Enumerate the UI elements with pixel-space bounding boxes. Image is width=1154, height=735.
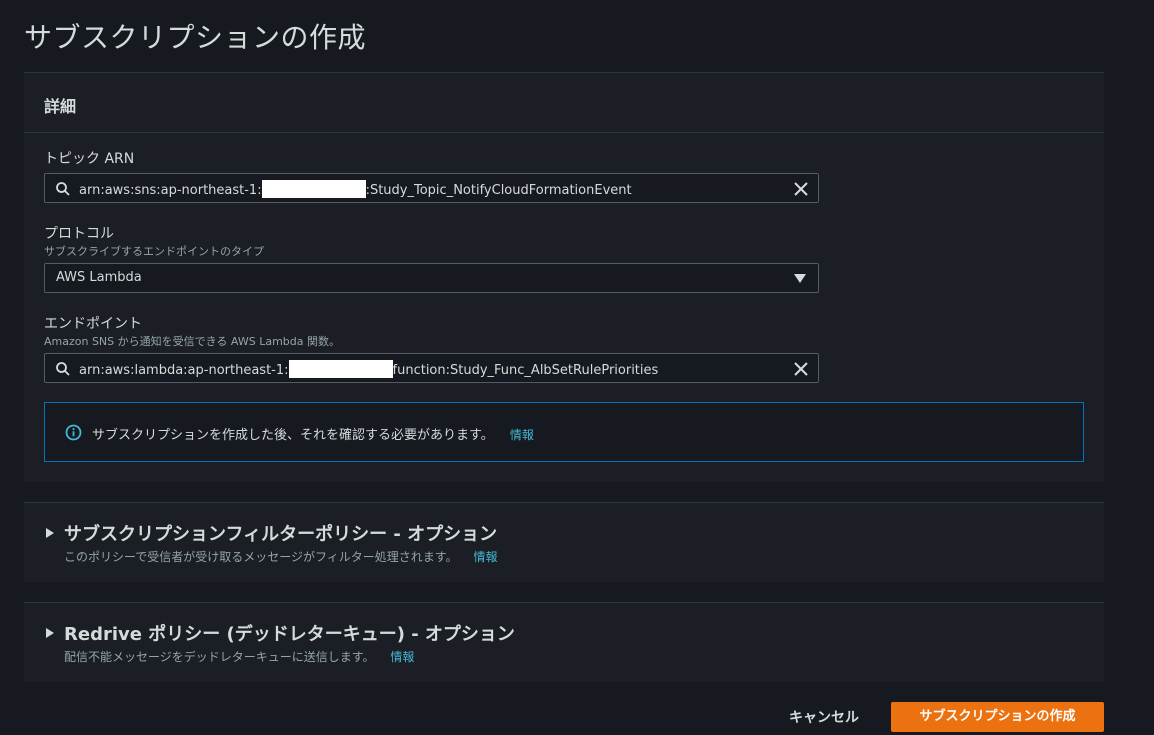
redacted-account-id xyxy=(288,360,393,378)
redacted-account-id xyxy=(261,180,366,198)
endpoint-suffix: function:Study_Func_AlbSetRulePriorities xyxy=(392,363,659,378)
endpoint-input[interactable]: arn:aws:lambda:ap-northeast-1: function:S… xyxy=(44,353,819,383)
protocol-select[interactable]: AWS Lambda xyxy=(44,263,819,293)
filter-policy-section[interactable]: サブスクリプションフィルターポリシー - オプション このポリシーで受信者が受け… xyxy=(24,502,1104,582)
create-subscription-button[interactable]: サブスクリプションの作成 xyxy=(891,702,1104,732)
cancel-button[interactable]: キャンセル xyxy=(776,704,872,732)
expand-triangle-icon[interactable] xyxy=(46,628,54,638)
page-title: サブスクリプションの作成 xyxy=(24,21,367,54)
topic-arn-prefix: arn:aws:sns:ap-northeast-1: xyxy=(79,183,262,198)
endpoint-prefix: arn:aws:lambda:ap-northeast-1: xyxy=(79,363,289,378)
endpoint-label: エンドポイント xyxy=(44,316,142,332)
info-icon xyxy=(65,424,82,441)
search-icon xyxy=(56,362,70,376)
details-header: 詳細 xyxy=(24,73,1104,133)
redrive-policy-info-link[interactable]: 情報 xyxy=(390,650,414,664)
info-alert: サブスクリプションを作成した後、それを確認する必要があります。 情報 xyxy=(44,402,1084,462)
topic-arn-label: トピック ARN xyxy=(44,151,135,167)
info-alert-text: サブスクリプションを作成した後、それを確認する必要があります。 xyxy=(92,428,494,443)
details-panel: 詳細 トピック ARN arn:aws:sns:ap-northeast-1::… xyxy=(24,72,1104,482)
filter-policy-title[interactable]: サブスクリプションフィルターポリシー - オプション xyxy=(64,520,497,546)
topic-arn-input[interactable]: arn:aws:sns:ap-northeast-1: :Study_Topic_… xyxy=(44,173,819,203)
protocol-selected-value: AWS Lambda xyxy=(56,270,142,285)
protocol-label: プロトコル xyxy=(44,226,114,242)
redrive-policy-title[interactable]: Redrive ポリシー (デッドレターキュー) - オプション xyxy=(64,620,515,646)
filter-policy-desc-text: このポリシーで受信者が受け取るメッセージがフィルター処理されます。 xyxy=(64,550,458,564)
caret-down-icon xyxy=(794,274,806,283)
topic-arn-value: arn:aws:sns:ap-northeast-1: :Study_Topic_… xyxy=(79,180,632,198)
topic-arn-suffix: :Study_Topic_NotifyCloudFormationEvent xyxy=(365,183,632,198)
redrive-policy-desc-text: 配信不能メッセージをデッドレターキューに送信します。 xyxy=(64,650,375,664)
filter-policy-description: このポリシーで受信者が受け取るメッセージがフィルター処理されます。 情報 xyxy=(64,548,497,565)
clear-icon[interactable] xyxy=(792,360,810,378)
filter-policy-info-link[interactable]: 情報 xyxy=(473,550,497,564)
protocol-description: サブスクライブするエンドポイントのタイプ xyxy=(44,245,264,258)
endpoint-description: Amazon SNS から通知を受信できる AWS Lambda 関数。 xyxy=(44,335,340,348)
redrive-policy-description: 配信不能メッセージをデッドレターキューに送信します。 情報 xyxy=(64,648,414,665)
endpoint-value: arn:aws:lambda:ap-northeast-1: function:S… xyxy=(79,360,658,378)
expand-triangle-icon[interactable] xyxy=(46,528,54,538)
info-alert-message: サブスクリプションを作成した後、それを確認する必要があります。 情報 xyxy=(92,424,534,443)
info-link[interactable]: 情報 xyxy=(510,428,534,442)
search-icon xyxy=(56,182,70,196)
clear-icon[interactable] xyxy=(792,180,810,198)
redrive-policy-section[interactable]: Redrive ポリシー (デッドレターキュー) - オプション 配信不能メッセ… xyxy=(24,602,1104,682)
